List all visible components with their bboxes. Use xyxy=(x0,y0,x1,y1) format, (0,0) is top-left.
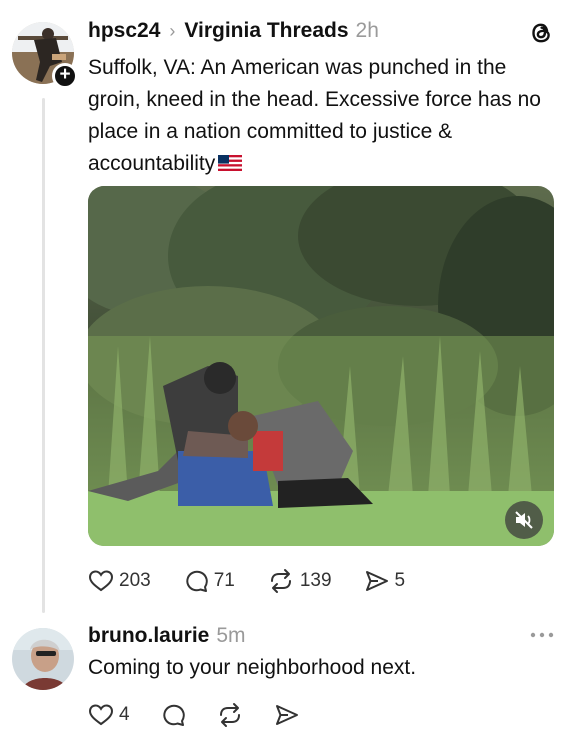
mute-toggle-button[interactable] xyxy=(505,501,543,539)
reply-header: bruno.laurie 5m xyxy=(88,622,246,650)
heart-icon xyxy=(88,570,114,592)
reply-repost-button[interactable] xyxy=(216,702,244,728)
post-actions: 203 71 139 5 xyxy=(88,566,437,596)
follow-plus-icon[interactable]: + xyxy=(52,63,78,89)
thread-connector-line xyxy=(42,98,45,613)
us-flag-icon xyxy=(218,155,243,171)
threads-logo-icon xyxy=(532,23,550,43)
post-group[interactable]: Virginia Threads xyxy=(184,19,348,43)
post-header: hpsc24 › Virginia Threads 2h xyxy=(88,16,379,46)
speaker-muted-icon xyxy=(515,511,533,529)
reply-share-button[interactable] xyxy=(274,703,300,727)
more-options-icon[interactable] xyxy=(528,628,556,642)
post-time: 2h xyxy=(355,19,379,42)
share-button[interactable]: 5 xyxy=(364,569,406,593)
comment-icon xyxy=(162,704,185,726)
repost-icon xyxy=(270,569,291,593)
heart-icon xyxy=(88,704,114,726)
comment-button[interactable]: 71 xyxy=(183,568,235,594)
chevron-right-icon: › xyxy=(169,20,176,41)
reply-author-avatar[interactable] xyxy=(12,628,74,690)
like-count: 203 xyxy=(119,570,151,591)
comment-icon xyxy=(186,570,208,592)
post-video[interactable] xyxy=(88,186,554,546)
comment-count: 71 xyxy=(213,570,235,591)
repost-icon xyxy=(219,703,240,727)
post-text-content: Suffolk, VA: An American was punched in … xyxy=(88,56,541,175)
reply-like-button[interactable]: 4 xyxy=(88,703,130,727)
reply-username[interactable]: bruno.laurie xyxy=(88,624,209,648)
reply-comment-button[interactable] xyxy=(160,702,186,728)
reply-text: Coming to your neighborhood next. xyxy=(88,656,417,679)
reply-time: 5m xyxy=(216,624,246,647)
post-username[interactable]: hpsc24 xyxy=(88,19,160,43)
reply-actions: 4 xyxy=(88,700,332,730)
share-icon xyxy=(365,571,388,591)
like-button[interactable]: 203 xyxy=(88,569,151,593)
share-count: 5 xyxy=(394,570,406,591)
repost-count: 139 xyxy=(299,570,332,591)
share-icon xyxy=(275,705,298,725)
reply-like-count: 4 xyxy=(119,704,130,725)
post-text: Suffolk, VA: An American was punched in … xyxy=(88,52,558,180)
repost-button[interactable]: 139 xyxy=(267,568,332,594)
